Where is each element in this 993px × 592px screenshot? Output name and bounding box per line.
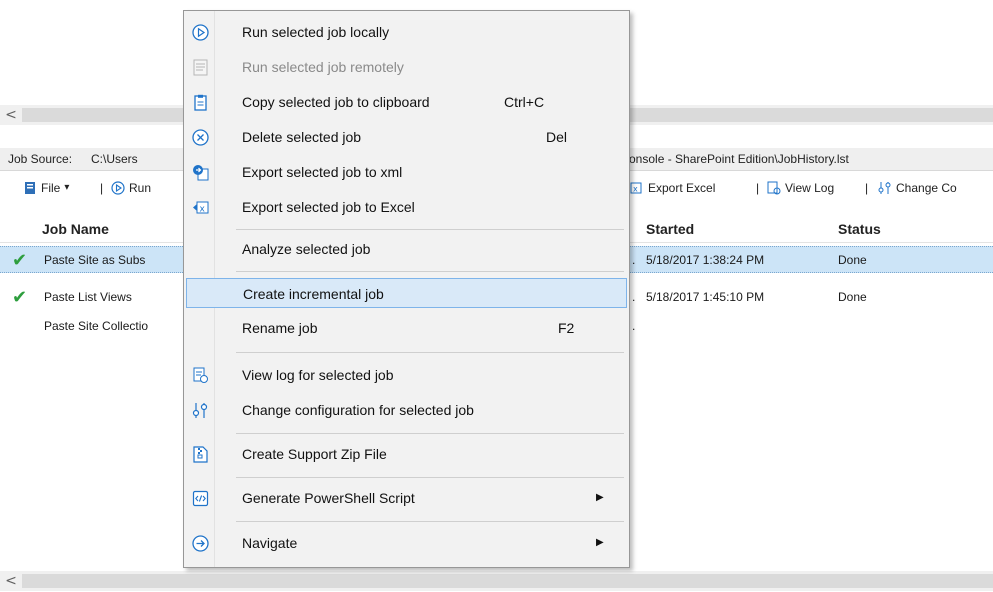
menu-item-copy-to-clipboard[interactable]: Copy selected job to clipboard Ctrl+C	[186, 87, 627, 117]
scrollbar-track[interactable]	[22, 574, 993, 588]
column-header-started[interactable]: Started	[646, 216, 694, 242]
menu-item-navigate[interactable]: Navigate ▶	[186, 528, 627, 558]
menu-item-label: Copy selected job to clipboard	[242, 94, 430, 110]
menu-separator	[236, 433, 624, 434]
column-header-status[interactable]: Status	[838, 216, 881, 242]
job-source-label: Job Source:	[8, 152, 73, 166]
view-log-icon	[767, 181, 781, 195]
menu-item-label: Analyze selected job	[242, 241, 371, 257]
submenu-arrow-icon: ▶	[596, 537, 604, 548]
file-menu-button[interactable]: File ▾	[23, 179, 69, 197]
truncated-cell: .	[632, 253, 636, 267]
done-check-icon: ✔	[12, 250, 28, 271]
status-cell: Done	[838, 290, 867, 304]
chevron-down-icon: ▾	[64, 182, 70, 193]
menu-item-generate-powershell-script[interactable]: Generate PowerShell Script ▶	[186, 483, 627, 513]
truncated-cell: .	[632, 319, 636, 333]
export-xml-icon	[193, 165, 209, 181]
menu-item-delete-job[interactable]: Delete selected job Del	[186, 122, 627, 152]
zip-file-icon	[193, 446, 208, 463]
excel-icon: x	[630, 182, 642, 194]
menu-item-label: Run selected job locally	[242, 24, 390, 40]
started-cell: 5/18/2017 1:38:24 PM	[646, 253, 765, 267]
toolbar-separator: |	[100, 181, 104, 195]
menu-item-change-configuration[interactable]: Change configuration for selected job	[186, 395, 627, 425]
menu-item-shortcut: Del	[546, 129, 568, 145]
menu-item-export-xml[interactable]: Export selected job to xml	[186, 157, 627, 187]
change-configuration-label: Change Co	[896, 181, 957, 195]
menu-item-run-remotely: Run selected job remotely	[186, 52, 627, 82]
menu-separator	[236, 477, 624, 478]
menu-item-export-excel[interactable]: x Export selected job to Excel	[186, 192, 627, 222]
run-label: Run	[129, 181, 152, 195]
file-menu-label: File	[41, 181, 61, 195]
job-name-cell: Paste Site as Subs	[44, 253, 146, 267]
delete-circle-icon	[192, 129, 209, 146]
view-log-label: View Log	[785, 181, 835, 195]
menu-item-label: View log for selected job	[242, 367, 394, 383]
submenu-arrow-icon: ▶	[596, 492, 604, 503]
svg-text:x: x	[200, 205, 206, 215]
script-icon	[192, 490, 209, 507]
menu-item-label: Change configuration for selected job	[242, 402, 474, 418]
job-name-cell: Paste List Views	[44, 290, 132, 304]
menu-separator	[236, 352, 624, 353]
scroll-left-arrow-icon[interactable]: <	[4, 571, 18, 591]
menu-item-label: Generate PowerShell Script	[242, 490, 415, 506]
bottom-horizontal-scrollbar[interactable]: <	[0, 571, 993, 591]
export-excel-label: Export Excel	[648, 181, 716, 195]
menu-item-label: Navigate	[242, 535, 298, 551]
menu-item-create-incremental-job[interactable]: Create incremental job	[186, 278, 627, 308]
menu-item-label: Create incremental job	[243, 286, 384, 302]
menu-separator	[236, 271, 624, 272]
menu-item-shortcut: F2	[558, 320, 575, 336]
menu-item-label: Export selected job to Excel	[242, 199, 415, 215]
export-excel-button[interactable]: x Export Excel	[630, 179, 715, 197]
menu-item-label: Create Support Zip File	[242, 446, 387, 462]
job-source-path-end: onsole - SharePoint Edition\JobHistory.l…	[629, 152, 849, 166]
menu-item-label: Run selected job remotely	[242, 59, 404, 75]
run-circle-icon	[111, 181, 125, 195]
clipboard-icon	[194, 94, 207, 111]
svg-text:x: x	[633, 185, 638, 194]
menu-item-label: Export selected job to xml	[242, 164, 403, 180]
done-check-icon: ✔	[12, 287, 28, 308]
file-icon	[25, 182, 35, 194]
menu-item-run-locally[interactable]: Run selected job locally	[186, 17, 627, 47]
navigate-arrow-icon	[192, 535, 209, 552]
truncated-cell: .	[632, 290, 636, 304]
menu-item-label: Delete selected job	[242, 129, 362, 145]
configuration-icon	[192, 403, 208, 418]
change-configuration-button[interactable]: Change Co	[878, 179, 957, 197]
menu-item-analyze-job[interactable]: Analyze selected job	[186, 234, 627, 264]
job-name-cell: Paste Site Collectio	[44, 319, 149, 333]
run-circle-icon	[192, 24, 209, 41]
export-excel-icon: x	[193, 201, 209, 215]
run-remote-icon	[193, 59, 208, 76]
menu-item-rename-job[interactable]: Rename job F2	[186, 313, 627, 343]
status-cell: Done	[838, 253, 867, 267]
menu-item-create-support-zip[interactable]: Create Support Zip File	[186, 439, 627, 469]
configuration-icon	[878, 182, 891, 194]
menu-item-shortcut: Ctrl+C	[504, 94, 545, 110]
job-source-path-start: C:\Users	[91, 152, 138, 166]
toolbar-separator: |	[756, 181, 760, 195]
job-context-menu: Run selected job locally Run selected jo…	[183, 10, 630, 568]
menu-separator	[236, 521, 624, 522]
menu-separator	[236, 229, 624, 230]
toolbar-separator: |	[865, 181, 869, 195]
started-cell: 5/18/2017 1:45:10 PM	[646, 290, 765, 304]
menu-item-label: Rename job	[242, 320, 318, 336]
menu-item-view-log[interactable]: View log for selected job	[186, 360, 627, 390]
scroll-left-arrow-icon[interactable]: <	[4, 105, 18, 125]
column-header-job-name[interactable]: Job Name	[42, 216, 109, 242]
view-log-icon	[193, 367, 208, 383]
run-button[interactable]: Run	[111, 179, 151, 197]
view-log-button[interactable]: View Log	[767, 179, 834, 197]
